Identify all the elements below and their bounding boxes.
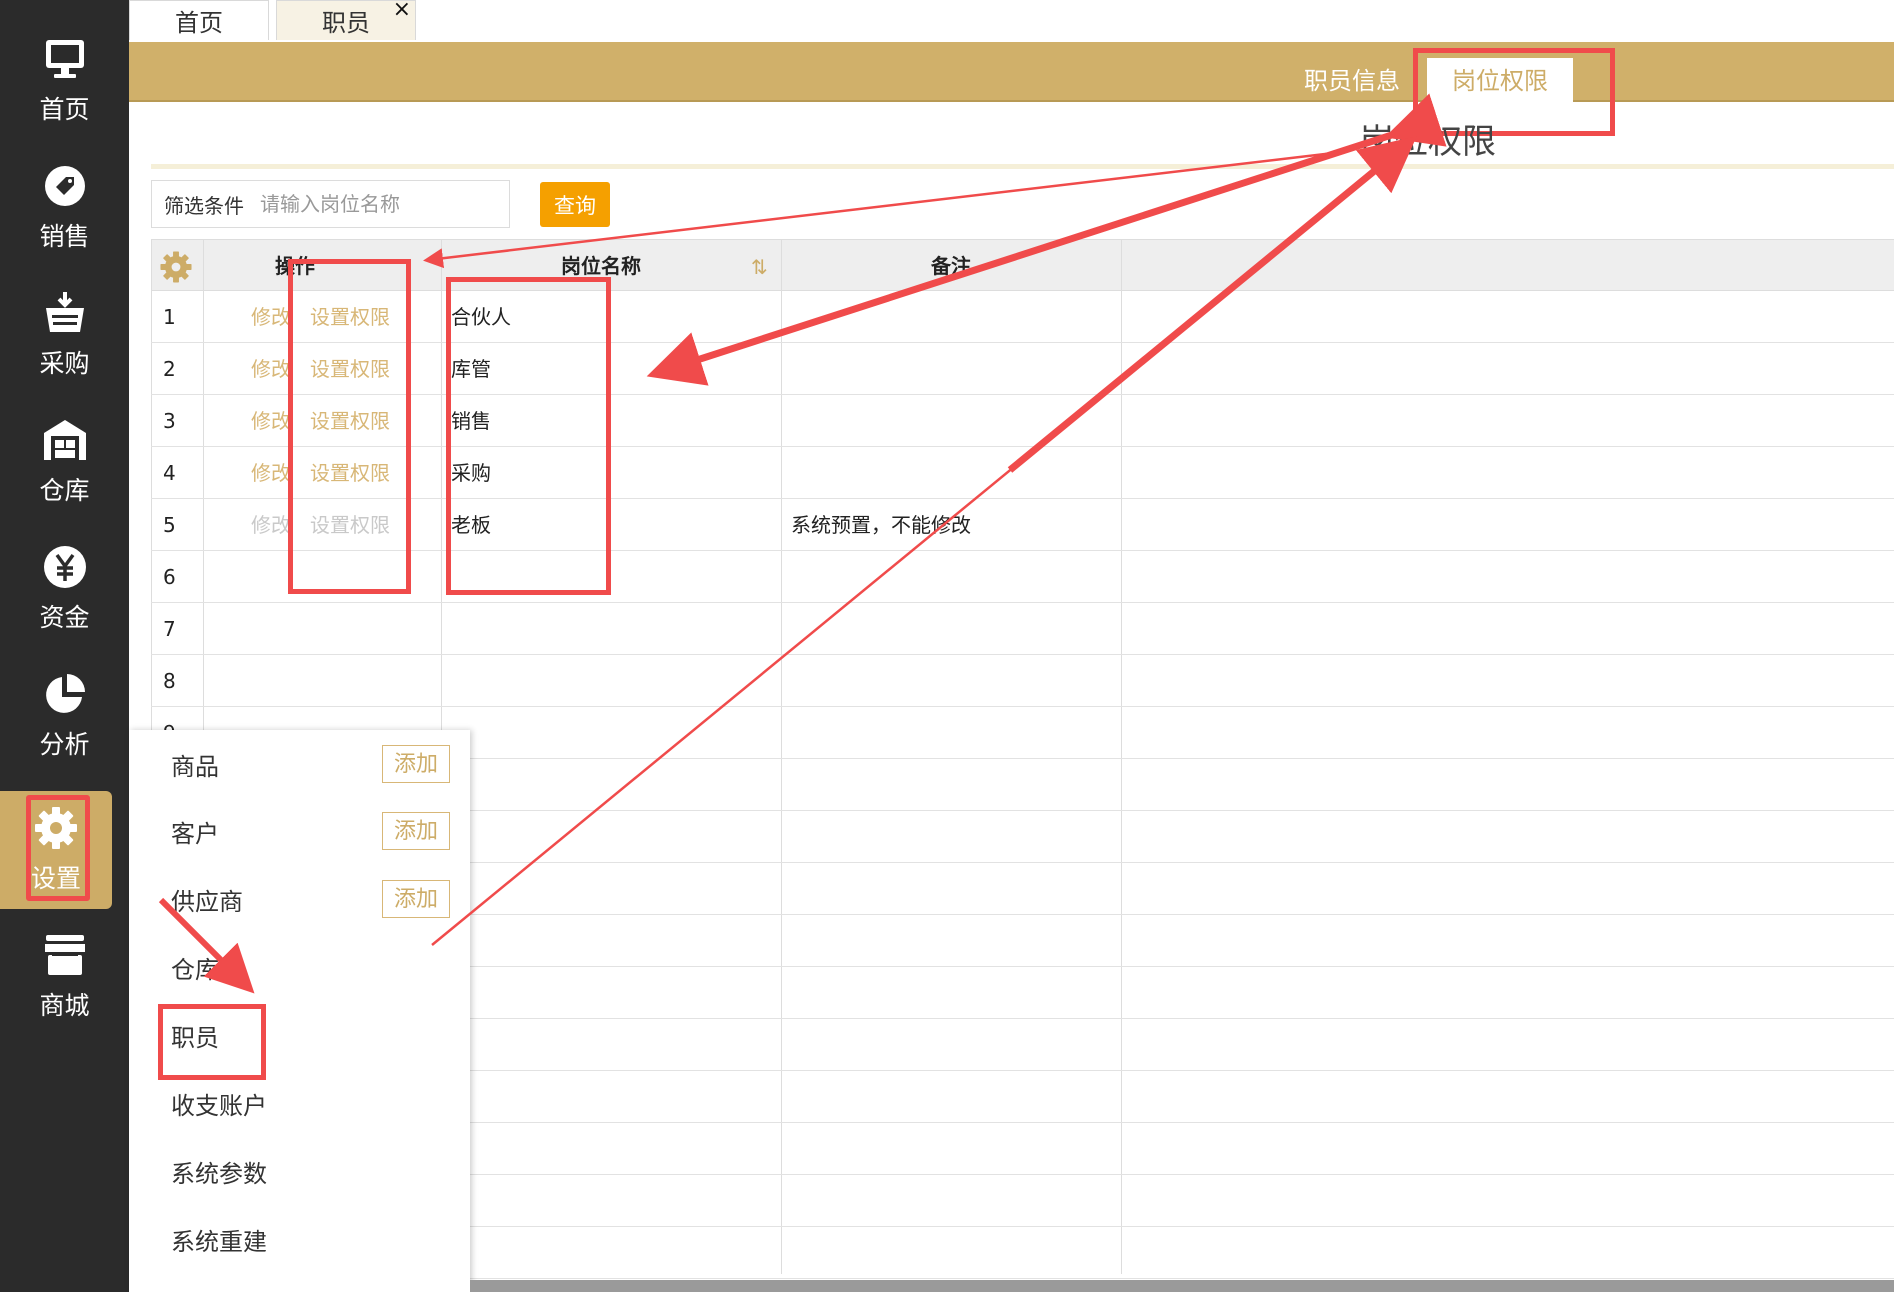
tab-home[interactable]: 首页 <box>129 0 269 40</box>
divider <box>151 164 1894 169</box>
sidebar-item-label: 仓库 <box>39 476 90 505</box>
menu-item-system-params[interactable]: 系统参数 <box>171 1154 267 1194</box>
sidebar-item-purchase[interactable]: 采购 <box>0 276 129 394</box>
menu-item-customer[interactable]: 客户 <box>171 814 219 854</box>
edit-link: 修改 <box>251 513 291 537</box>
row-number: 2 <box>163 357 176 381</box>
menu-item-accounts[interactable]: 收支账户 <box>171 1086 267 1126</box>
filter-box: 筛选条件 <box>151 180 510 228</box>
edit-link[interactable]: 修改 <box>251 447 291 499</box>
edit-link[interactable]: 修改 <box>251 343 291 395</box>
menu-item-system-rebuild[interactable]: 系统重建 <box>171 1222 267 1262</box>
remark-cell: 系统预置，不能修改 <box>791 513 971 537</box>
table-row: 8 <box>151 655 1894 707</box>
warehouse-icon <box>43 420 86 460</box>
row-number: 6 <box>163 565 176 589</box>
sidebar-item-label: 分析 <box>39 730 90 759</box>
sidebar-item-sales[interactable]: 销售 <box>0 149 129 267</box>
annotation-ops-highlight <box>288 259 411 594</box>
sidebar-item-label: 商城 <box>39 991 90 1020</box>
table-header: 操作 岗位名称 ⇅ 备注 <box>151 239 1894 291</box>
annotation-staff-highlight <box>158 1004 266 1080</box>
sidebar-item-label: 资金 <box>39 603 90 632</box>
table-row: 1 修改 设置权限 合伙人 <box>151 291 1894 343</box>
column-settings-gear-icon[interactable] <box>159 250 193 284</box>
sidebar-item-funds[interactable]: 资金 <box>0 530 129 648</box>
monitor-icon <box>45 40 84 78</box>
sidebar-item-analysis[interactable]: 分析 <box>0 657 129 775</box>
filter-label: 筛选条件 <box>164 193 244 218</box>
row-number: 3 <box>163 409 176 433</box>
add-supplier-button[interactable]: 添加 <box>382 880 450 918</box>
edit-link[interactable]: 修改 <box>251 291 291 343</box>
tab-label: 首页 <box>175 9 223 37</box>
table-row: 7 <box>151 603 1894 655</box>
sidebar: 首页 销售 采购 仓库 资金 分析 设置 商城 <box>0 0 129 1292</box>
horizontal-scrollbar[interactable] <box>470 1280 1894 1292</box>
tab-label: 职员 <box>322 9 370 37</box>
menu-item-supplier[interactable]: 供应商 <box>171 882 243 922</box>
sidebar-item-warehouse[interactable]: 仓库 <box>0 403 129 521</box>
add-product-button[interactable]: 添加 <box>382 745 450 783</box>
header-bar <box>129 42 1894 102</box>
table-row: 6 <box>151 551 1894 603</box>
subtab-staff-info[interactable]: 职员信息 <box>1290 58 1414 104</box>
sidebar-item-label: 采购 <box>39 349 90 378</box>
menu-item-product[interactable]: 商品 <box>171 747 219 787</box>
edit-link[interactable]: 修改 <box>251 395 291 447</box>
add-customer-button[interactable]: 添加 <box>382 812 450 850</box>
query-button[interactable]: 查询 <box>540 182 610 227</box>
menu-item-warehouse[interactable]: 仓库 <box>171 950 219 990</box>
annotation-settings-highlight <box>26 795 90 901</box>
table-row: 3 修改 设置权限 销售 <box>151 395 1894 447</box>
row-number: 7 <box>163 617 176 641</box>
row-number: 4 <box>163 461 176 485</box>
pie-chart-icon <box>45 674 85 713</box>
sidebar-item-home[interactable]: 首页 <box>0 22 129 140</box>
table-row: 4 修改 设置权限 采购 <box>151 447 1894 499</box>
page-title: 岗位权限 <box>1360 122 1496 162</box>
table-row: 5 修改 设置权限 老板 系统预置，不能修改 <box>151 499 1894 551</box>
sidebar-item-label: 首页 <box>39 95 90 124</box>
price-tag-icon <box>44 166 85 206</box>
sort-icon[interactable]: ⇅ <box>751 255 768 279</box>
tab-staff[interactable]: 职员 × <box>276 0 416 40</box>
header-remark: 备注 <box>931 254 971 278</box>
row-number: 8 <box>163 669 176 693</box>
row-number: 1 <box>163 305 176 329</box>
sidebar-item-label: 销售 <box>39 222 90 251</box>
sidebar-item-mall[interactable]: 商城 <box>0 918 129 1036</box>
yuan-coin-icon <box>43 546 86 588</box>
annotation-names-highlight <box>446 277 611 595</box>
close-icon[interactable]: × <box>393 0 411 22</box>
shopping-basket-icon <box>45 292 84 332</box>
row-number: 5 <box>163 513 176 537</box>
table-row: 2 修改 设置权限 库管 <box>151 343 1894 395</box>
position-name-input[interactable] <box>258 191 492 217</box>
store-icon <box>44 935 85 975</box>
